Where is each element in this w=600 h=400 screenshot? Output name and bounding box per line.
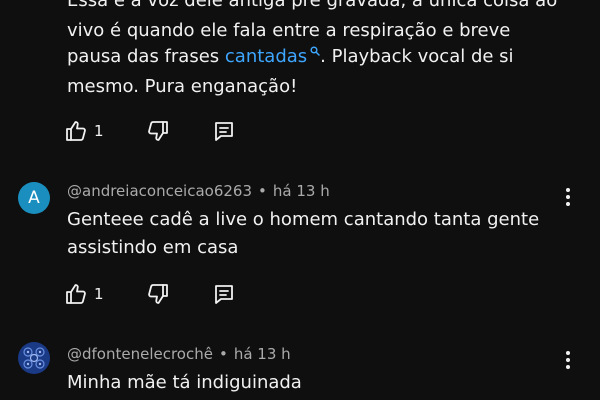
- thumbs-up-icon: [64, 282, 88, 306]
- search-link[interactable]: cantadas: [225, 46, 320, 67]
- timestamp: há 13 h: [233, 345, 291, 363]
- comment-text-line: pausa das frases cantadas . Playback voca…: [67, 42, 514, 72]
- comment-text-line: Genteee cadê a live o homem cantando tan…: [67, 209, 540, 230]
- comment-text-line: Minha mãe tá indiguinada: [67, 372, 302, 393]
- reply-button[interactable]: [210, 117, 238, 145]
- comment-meta: @andreiaconceicao6263 • há 13 h: [67, 182, 330, 200]
- comment-text-line: assistindo em casa: [67, 237, 239, 258]
- timestamp: há 13 h: [272, 182, 330, 200]
- thumbs-down-icon: [146, 282, 170, 306]
- comment-text-segment: . Playback vocal de si: [320, 46, 514, 67]
- search-link-label[interactable]: cantadas: [225, 46, 307, 67]
- comment-text-line: Essa é a voz dele antiga pré gravada, a …: [67, 0, 558, 11]
- comment-text-segment: pausa das frases: [67, 46, 220, 67]
- comment-icon: [212, 282, 236, 306]
- dislike-button[interactable]: [144, 280, 172, 308]
- comment-icon: [212, 119, 236, 143]
- more-vert-icon: [566, 351, 570, 369]
- comment-menu-button[interactable]: [556, 185, 580, 209]
- comment-actions: 1: [62, 279, 238, 309]
- crochet-pattern-image: [18, 342, 50, 374]
- author-handle[interactable]: @dfontenelecrochê: [67, 345, 213, 363]
- avatar[interactable]: A: [18, 182, 50, 214]
- comment-menu-button[interactable]: [556, 348, 580, 372]
- reply-button[interactable]: [210, 280, 238, 308]
- dislike-button[interactable]: [144, 117, 172, 145]
- thumbs-up-icon: [64, 119, 88, 143]
- avatar[interactable]: [18, 342, 50, 374]
- thumbs-down-icon: [146, 119, 170, 143]
- more-vert-icon: [566, 188, 570, 206]
- comment-text-line: mesmo. Pura enganação!: [67, 76, 298, 97]
- like-count: 1: [94, 285, 104, 303]
- avatar-letter: A: [28, 188, 40, 208]
- like-button[interactable]: [62, 280, 90, 308]
- meta-separator: •: [258, 182, 267, 200]
- comment-meta: @dfontenelecrochê • há 13 h: [67, 345, 291, 363]
- comment-actions: 1: [62, 116, 238, 146]
- meta-separator: •: [218, 345, 228, 363]
- like-count: 1: [94, 122, 104, 140]
- like-button[interactable]: [62, 117, 90, 145]
- search-icon: [310, 46, 320, 56]
- author-handle[interactable]: @andreiaconceicao6263: [67, 182, 252, 200]
